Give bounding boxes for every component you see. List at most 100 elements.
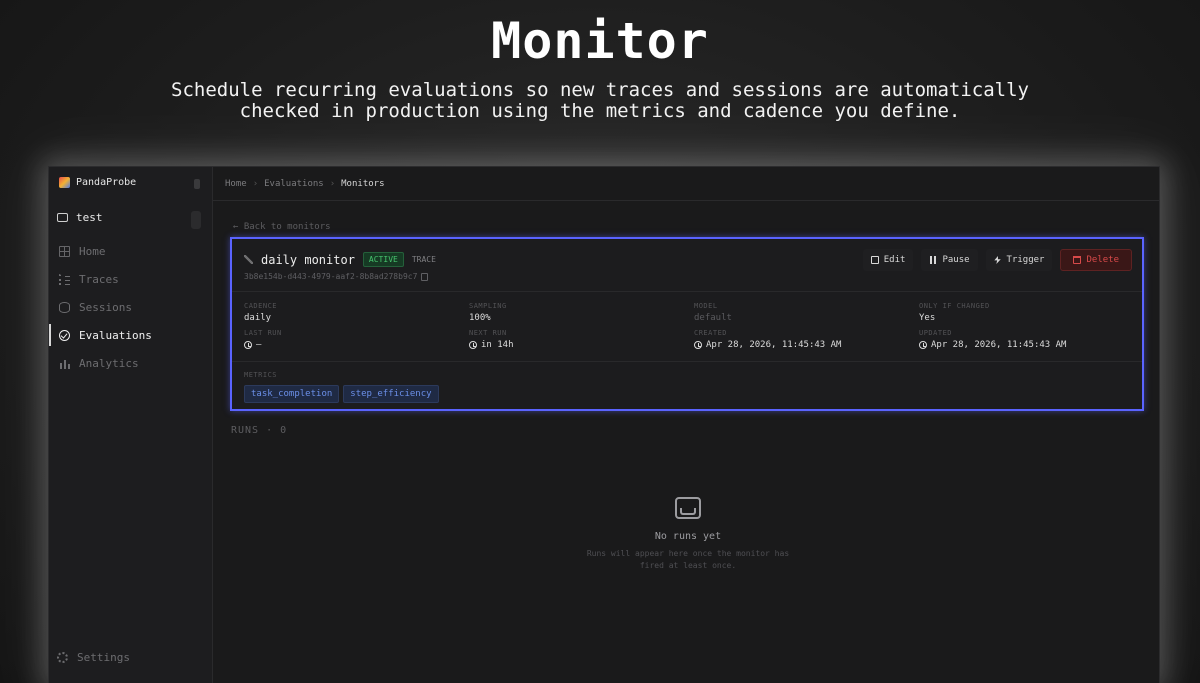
empty-title: No runs yet (654, 531, 722, 542)
trigger-label: Trigger (1006, 255, 1045, 265)
monitor-id: 3b8e154b-d443-4979-aaf2-8b8ad278b9c7 (244, 272, 429, 281)
metric-chip: task_completion (244, 385, 340, 403)
sidebar-item-label: Analytics (79, 356, 139, 370)
created-value: Apr 28, 2026, 11:45:43 AM (706, 340, 842, 350)
sidebar-toggle-icon[interactable] (194, 179, 200, 189)
breadcrumb-home[interactable]: Home (225, 179, 247, 189)
project-selector[interactable]: test (57, 211, 103, 224)
updated-value: Apr 28, 2026, 11:45:43 AM (931, 340, 1067, 350)
stat-value: in 14h (469, 340, 689, 350)
sidebar-item-label: Evaluations (79, 328, 152, 342)
breadcrumb: Home › Evaluations › Monitors (213, 167, 1159, 201)
sidebar-item-traces[interactable]: Traces (49, 265, 213, 293)
stat-next-run: NEXT RUN in 14h (469, 329, 689, 350)
pause-button[interactable]: Pause (921, 249, 978, 271)
stat-label: CREATED (694, 329, 728, 337)
monitor-header: daily monitor ACTIVE TRACE (244, 252, 436, 267)
sidebar-item-label: Sessions (79, 300, 132, 314)
evaluations-icon (59, 329, 70, 341)
monitor-name: daily monitor (261, 252, 355, 267)
pause-icon (929, 256, 938, 264)
sidebar-item-label: Traces (79, 272, 119, 286)
trigger-button[interactable]: Trigger (985, 249, 1053, 271)
sidebar-item-label: Home (79, 244, 106, 258)
brand[interactable]: PandaProbe (59, 177, 136, 188)
home-icon (59, 245, 70, 257)
status-badge: ACTIVE (362, 252, 404, 267)
stat-label: ONLY IF CHANGED (919, 302, 990, 310)
stat-model: MODEL default (694, 302, 914, 323)
sidebar-item-evaluations[interactable]: Evaluations (49, 321, 213, 349)
stat-label: UPDATED (919, 329, 953, 337)
sidebar: PandaProbe test Home Traces Sessions Eva… (49, 167, 213, 683)
edit-button[interactable]: Edit (862, 249, 914, 271)
inbox-icon (675, 497, 701, 519)
next-run-value: in 14h (481, 340, 514, 350)
stat-label: LAST RUN (244, 329, 282, 337)
clock-icon (919, 341, 927, 349)
metrics-label: METRICS (244, 371, 278, 379)
breadcrumb-separator: › (329, 178, 336, 189)
main-content: Home › Evaluations › Monitors ← Back to … (213, 167, 1159, 683)
stat-value: Yes (919, 313, 936, 323)
brand-name: PandaProbe (76, 177, 137, 188)
stat-only-if-changed: ONLY IF CHANGED Yes (919, 302, 1139, 323)
delete-label: Delete (1086, 255, 1119, 265)
clock-icon (244, 341, 252, 349)
runs-header: RUNS · 0 (231, 425, 288, 436)
stat-label: CADENCE (244, 302, 278, 310)
activity-icon (244, 255, 253, 264)
hero-title: Monitor (491, 12, 709, 70)
traces-icon (59, 273, 70, 285)
sidebar-item-home[interactable]: Home (49, 237, 213, 265)
empty-description: Runs will appear here once the monitor h… (586, 549, 790, 570)
stat-sampling: SAMPLING 100% (469, 302, 689, 323)
delete-button[interactable]: Delete (1060, 249, 1132, 271)
stat-value: Apr 28, 2026, 11:45:43 AM (919, 340, 1139, 350)
sidebar-item-analytics[interactable]: Analytics (49, 349, 213, 377)
edit-icon (870, 256, 879, 264)
monitor-id-text: 3b8e154b-d443-4979-aaf2-8b8ad278b9c7 (244, 272, 418, 281)
stat-value: Apr 28, 2026, 11:45:43 AM (694, 340, 914, 350)
stat-label: SAMPLING (469, 302, 507, 310)
stat-value: daily (244, 313, 272, 323)
divider (232, 291, 1142, 292)
copy-icon[interactable] (421, 272, 429, 281)
pause-label: Pause (942, 255, 970, 265)
breadcrumb-evaluations[interactable]: Evaluations (264, 179, 324, 189)
stat-value: default (694, 313, 732, 323)
breadcrumb-separator: › (252, 178, 259, 189)
stat-cadence: CADENCE daily (244, 302, 464, 323)
metric-chip: step_efficiency (343, 385, 439, 403)
settings-label: Settings (77, 651, 130, 664)
stat-value: — (244, 340, 464, 350)
stat-updated: UPDATED Apr 28, 2026, 11:45:43 AM (919, 329, 1139, 350)
divider (232, 361, 1142, 362)
project-switch-icon[interactable] (191, 211, 201, 229)
type-badge: TRACE (411, 255, 436, 264)
sidebar-nav: Home Traces Sessions Evaluations Analyti… (49, 237, 213, 377)
runs-empty-state: No runs yet Runs will appear here once t… (513, 497, 863, 572)
project-name: test (76, 211, 103, 224)
folder-icon (57, 213, 68, 222)
sidebar-item-settings[interactable]: Settings (57, 651, 130, 664)
clock-icon (469, 341, 477, 349)
stat-label: MODEL (694, 302, 718, 310)
monitor-actions: Edit Pause Trigger Delete (862, 249, 1132, 271)
trash-icon (1073, 256, 1082, 264)
back-to-monitors-link[interactable]: ← Back to monitors (233, 222, 331, 232)
sessions-icon (59, 301, 70, 313)
stat-label: NEXT RUN (469, 329, 507, 337)
hero-subtitle: Schedule recurring evaluations so new tr… (171, 79, 1029, 122)
app-window: PandaProbe test Home Traces Sessions Eva… (48, 166, 1160, 683)
clock-icon (694, 341, 702, 349)
stat-value: 100% (469, 313, 491, 323)
edit-label: Edit (883, 255, 906, 265)
sidebar-item-sessions[interactable]: Sessions (49, 293, 213, 321)
stat-created: CREATED Apr 28, 2026, 11:45:43 AM (694, 329, 914, 350)
metrics-list: task_completion step_efficiency (244, 385, 439, 403)
analytics-icon (59, 357, 70, 369)
lightning-icon (994, 256, 1001, 264)
stat-last-run: LAST RUN — (244, 329, 464, 350)
monitor-card: daily monitor ACTIVE TRACE 3b8e154b-d443… (230, 237, 1144, 411)
